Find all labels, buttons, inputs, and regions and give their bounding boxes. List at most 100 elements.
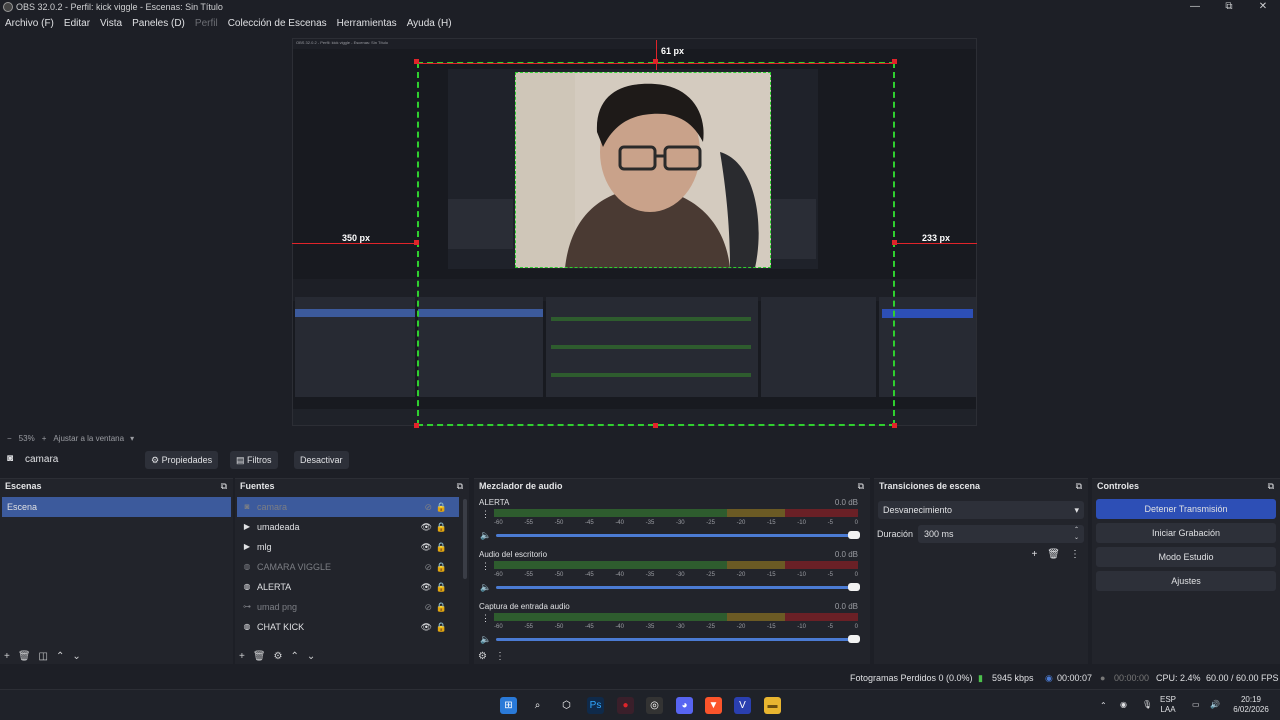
obs-icon[interactable]: ◎ [646, 697, 663, 714]
gear-icon[interactable]: ⚙ [274, 651, 283, 662]
chevron-down-icon[interactable]: ▾ [130, 434, 134, 443]
lock-icon[interactable]: 🔒 [436, 617, 447, 637]
discord-icon[interactable]: ◕ [676, 697, 693, 714]
eye-hidden-icon[interactable]: ⊘ [424, 497, 432, 517]
filters-button[interactable]: ▤ Filtros [230, 451, 278, 469]
undock-icon[interactable]: ⧉ [221, 479, 227, 494]
folder-icon[interactable]: ▬ [764, 697, 781, 714]
source-item[interactable]: ◍ CAMARA VIGGLE ⊘ 🔒 [237, 557, 459, 577]
move-up-icon[interactable]: ⌃ [291, 651, 299, 662]
undock-icon[interactable]: ⧉ [858, 479, 864, 494]
add-icon[interactable]: + [1031, 549, 1037, 560]
photoshop-icon[interactable]: Ps [587, 697, 604, 714]
language-indicator[interactable]: ESP LAA [1160, 695, 1176, 715]
undock-icon[interactable]: ⧉ [1268, 479, 1274, 494]
link-settings-icon[interactable]: ⚙ [478, 651, 487, 662]
start-recording-button[interactable]: Iniciar Grabación [1096, 523, 1276, 543]
source-item[interactable]: ◙ camara ⊘ 🔒 [237, 497, 459, 517]
brave-icon[interactable]: ▼ [705, 697, 722, 714]
source-item[interactable]: ▶ mlg 👁 🔒 [237, 537, 459, 557]
menu-paneles[interactable]: Paneles (D) [127, 16, 190, 32]
volume-slider[interactable] [496, 635, 860, 643]
lock-icon[interactable]: 🔒 [436, 597, 447, 617]
maximize-button[interactable]: ⧉ [1212, 0, 1246, 14]
add-icon[interactable]: + [4, 651, 10, 662]
resize-handle[interactable] [414, 59, 419, 64]
minimize-button[interactable]: — [1178, 0, 1212, 14]
zoom-fit-dropdown[interactable]: Ajustar a la ventana [53, 434, 124, 443]
trash-icon[interactable]: 🗑 [1047, 549, 1060, 560]
recorder-icon[interactable]: ● [617, 697, 634, 714]
source-item[interactable]: ◍ CHAT KICK 👁 🔒 [237, 617, 459, 637]
more-options-icon[interactable]: ⋮ [1070, 549, 1080, 560]
close-button[interactable]: ✕ [1246, 0, 1280, 14]
lock-icon[interactable]: 🔒 [436, 577, 447, 597]
resize-handle[interactable] [892, 59, 897, 64]
chevron-up-icon[interactable]: ⌃ [1100, 701, 1107, 711]
windows-start-icon[interactable]: ⊞ [500, 697, 517, 714]
more-options-icon[interactable]: ⋮ [481, 614, 490, 623]
menu-editar[interactable]: Editar [59, 16, 95, 32]
v-app-icon[interactable]: V [734, 697, 751, 714]
stop-streaming-button[interactable]: Detener Transmisión [1096, 499, 1276, 519]
studio-mode-button[interactable]: Modo Estudio [1096, 547, 1276, 567]
speaker-icon[interactable]: 🔈 [480, 582, 491, 593]
zoom-out-button[interactable]: − [7, 434, 12, 443]
resize-handle[interactable] [414, 240, 419, 245]
eye-icon[interactable]: 👁 [421, 517, 432, 537]
monitor-icon[interactable]: ▭ [1192, 700, 1200, 710]
microphone-icon[interactable]: 🎙 [1142, 700, 1152, 710]
eye-icon[interactable]: 👁 [421, 577, 432, 597]
speaker-icon[interactable]: 🔈 [480, 530, 491, 541]
scrollbar[interactable] [463, 499, 467, 579]
scene-item[interactable]: Escena [2, 497, 231, 517]
undock-icon[interactable]: ⧉ [457, 479, 463, 494]
lock-icon[interactable]: 🔒 [436, 557, 447, 577]
resize-handle[interactable] [653, 59, 658, 64]
zoom-in-button[interactable]: + [42, 434, 47, 443]
add-icon[interactable]: + [239, 651, 245, 662]
lock-icon[interactable]: 🔒 [436, 537, 447, 557]
eye-hidden-icon[interactable]: ⊘ [424, 557, 432, 577]
source-item[interactable]: ▶ umadeada 👁 🔒 [237, 517, 459, 537]
settings-button[interactable]: Ajustes [1096, 571, 1276, 591]
filter-icon[interactable]: ◫ [39, 651, 48, 662]
more-options-icon[interactable]: ⋮ [481, 510, 490, 519]
trash-icon[interactable]: 🗑 [18, 651, 31, 662]
resize-handle[interactable] [892, 240, 897, 245]
menu-perfil[interactable]: Perfil [190, 16, 223, 32]
source-item[interactable]: ⊶ umad png ⊘ 🔒 [237, 597, 459, 617]
eye-icon[interactable]: 👁 [421, 537, 432, 557]
search-icon[interactable]: ⌕ [529, 697, 546, 714]
resize-handle[interactable] [653, 423, 658, 428]
move-down-icon[interactable]: ⌄ [307, 651, 315, 662]
menu-archivo[interactable]: Archivo (F) [0, 16, 59, 32]
menu-coleccion[interactable]: Colección de Escenas [223, 16, 332, 32]
lock-icon[interactable]: 🔒 [436, 497, 447, 517]
resize-handle[interactable] [892, 423, 897, 428]
menu-herramientas[interactable]: Herramientas [332, 16, 402, 32]
move-up-icon[interactable]: ⌃ [56, 651, 64, 662]
volume-icon[interactable]: 🔊 [1210, 700, 1220, 710]
eye-hidden-icon[interactable]: ⊘ [424, 597, 432, 617]
resize-handle[interactable] [414, 423, 419, 428]
tray-app-icon[interactable]: ◉ [1120, 700, 1127, 710]
speaker-icon[interactable]: 🔈 [480, 634, 491, 645]
volume-slider[interactable] [496, 583, 860, 591]
transition-select[interactable]: Desvanecimiento ▾ [878, 501, 1084, 519]
undock-icon[interactable]: ⧉ [1076, 479, 1082, 494]
menu-vista[interactable]: Vista [95, 16, 127, 32]
properties-button[interactable]: ⚙ Propiedades [145, 451, 219, 469]
clock[interactable]: 20:19 6/02/2026 [1226, 695, 1276, 715]
source-item[interactable]: ◍ ALERTA 👁 🔒 [237, 577, 459, 597]
lock-icon[interactable]: 🔒 [436, 517, 447, 537]
trash-icon[interactable]: 🗑 [253, 651, 266, 662]
duration-input[interactable]: 300 ms ⌃ ⌄ [918, 525, 1084, 543]
move-down-icon[interactable]: ⌄ [72, 651, 80, 662]
more-options-icon[interactable]: ⋮ [495, 651, 505, 662]
eye-icon[interactable]: 👁 [421, 617, 432, 637]
deactivate-button[interactable]: Desactivar [294, 451, 349, 469]
app-icon[interactable]: ⬡ [558, 697, 575, 714]
more-options-icon[interactable]: ⋮ [481, 562, 490, 571]
menu-ayuda[interactable]: Ayuda (H) [402, 16, 457, 32]
